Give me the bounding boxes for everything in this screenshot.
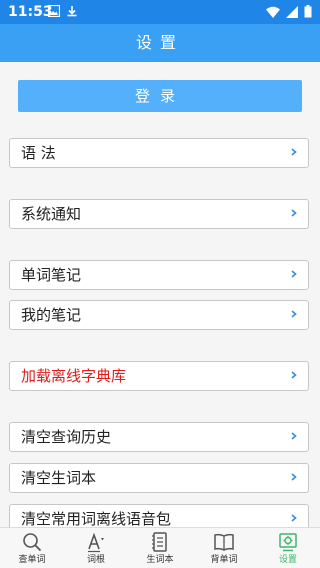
menu-item-label: 系统通知 [21,205,82,223]
menu-item-my-notes[interactable]: 我的笔记 [9,300,309,330]
login-button[interactable]: 登录 [18,80,302,112]
chevron-right-icon [291,148,297,156]
nav-item-word-root[interactable]: 词根 [64,529,128,567]
app-header: 设置 [0,24,320,62]
open-book-icon [214,533,234,551]
page-title: 设置 [135,33,184,52]
menu-item-label: 我的笔记 [21,306,82,324]
menu-item-label: 加载离线字典库 [21,367,127,385]
wifi-icon [266,6,280,18]
word-root-icon [88,532,104,553]
vocabulary-book-icon [152,532,167,552]
signal-icon [286,5,298,18]
chevron-right-icon [291,371,297,379]
battery-icon [304,5,312,18]
menu-item-label: 清空查询历史 [21,428,112,446]
chevron-right-icon [291,473,297,481]
menu-item-word-notes[interactable]: 单词笔记 [9,260,309,290]
menu-item-clear-vocabulary-book[interactable]: 清空生词本 [9,463,309,493]
nav-label: 词根 [86,555,105,565]
settings-icon [279,533,297,552]
chevron-right-icon [291,432,297,440]
chevron-right-icon [291,270,297,278]
menu-item-label: 语 法 [21,144,56,162]
search-icon [23,533,42,552]
chevron-right-icon [291,310,297,318]
menu-item-clear-search-history[interactable]: 清空查询历史 [9,422,309,452]
nav-label: 查单词 [18,555,46,565]
chevron-right-icon [291,209,297,217]
nav-label: 生词本 [146,555,174,565]
menu-item-label: 单词笔记 [21,266,82,284]
status-left-icons [48,5,78,17]
nav-item-vocabulary-book[interactable]: 生词本 [128,529,192,567]
gallery-icon [48,5,60,17]
status-bar: 11:53 [0,0,320,24]
status-time: 11:53 [8,4,53,20]
nav-item-search-word[interactable]: 查单词 [0,529,64,567]
nav-item-settings[interactable]: 设置 [256,529,320,567]
nav-item-memorize-words[interactable]: 背单词 [192,529,256,567]
nav-label: 背单词 [210,555,238,565]
menu-item-grammar[interactable]: 语 法 [9,138,309,168]
status-right-icons [266,5,312,18]
menu-item-load-offline-dictionary[interactable]: 加载离线字典库 [9,361,309,391]
menu-item-system-notification[interactable]: 系统通知 [9,199,309,229]
menu-item-label: 清空生词本 [21,469,97,487]
bottom-navigation: 查单词 词根 生词本 背单词 设置 [0,527,320,568]
chevron-right-icon [291,514,297,522]
download-icon [66,5,78,17]
nav-label: 设置 [278,555,297,565]
